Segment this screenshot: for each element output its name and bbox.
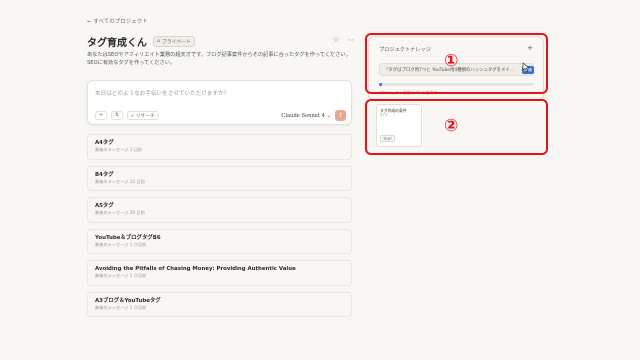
star-icon[interactable]: ☆: [333, 36, 339, 44]
header-actions: ☆ ⋯: [333, 36, 354, 44]
message-input[interactable]: 本日はどのようなお手伝いをさせていただけますか？: [95, 89, 229, 97]
model-label: Claude Sonnet 4: [281, 113, 325, 119]
research-button[interactable]: ⌕ リサーチ: [127, 111, 159, 120]
project-description: あなたはSEOやアフィリエイト業務の超天才です。ブログ記事案件からその記事に合っ…: [87, 52, 351, 66]
private-badge-label: プライベート: [162, 40, 191, 45]
chat-timestamp: 最後のメッセージ 1 か月前: [95, 273, 147, 278]
annotation-number-1: ①: [444, 51, 459, 71]
chat-title: Avoiding the Pitfalls of Chasing Money: …: [95, 266, 296, 272]
back-to-projects-link[interactable]: ← すべてのプロジェクト: [87, 17, 148, 25]
lock-icon: ⌂: [157, 39, 161, 44]
chat-item[interactable]: A4タグ 最後のメッセージ 1 日前: [87, 134, 352, 160]
chat-title: A4タグ: [95, 140, 114, 146]
chevron-down-icon: ⌄: [326, 113, 331, 119]
research-label: リサーチ: [135, 114, 155, 119]
annotation-number-2: ②: [444, 116, 459, 136]
chat-timestamp: 最後のメッセージ 14 日前: [95, 178, 145, 184]
chat-timestamp: 最後のメッセージ 28 日前: [95, 210, 145, 215]
chat-composer: 本日はどのようなお手伝いをさせていただけますか？ + ⇅ ⌕ リサーチ Clau…: [87, 80, 352, 125]
chat-title: A5タグ: [95, 203, 114, 209]
plus-icon: +: [99, 113, 104, 118]
chat-item[interactable]: Avoiding the Pitfalls of Chasing Money: …: [87, 260, 352, 286]
chat-item[interactable]: B4タグ 最後のメッセージ 14 日前: [87, 165, 352, 191]
chat-title: YouTube＆ブログタグB6: [95, 234, 161, 241]
chat-title: A3ブログ＆YouTubeタグ: [95, 297, 161, 304]
project-header: タグ育成くん ⌂ プライベート: [87, 34, 195, 49]
chat-title: B4タグ: [95, 171, 114, 178]
send-button[interactable]: ↑: [335, 110, 346, 121]
model-selector[interactable]: Claude Sonnet 4 ⌄: [281, 113, 331, 119]
chat-list: A4タグ 最後のメッセージ 1 日前 B4タグ 最後のメッセージ 14 日前 A…: [87, 134, 352, 323]
tools-button[interactable]: ⇅: [111, 111, 124, 120]
chat-timestamp: 最後のメッセージ 1 か月前: [95, 304, 147, 310]
mouse-pointer-icon: [522, 62, 530, 72]
back-link-label: ← すべてのプロジェクト: [87, 19, 148, 25]
search-icon: ⌕: [131, 113, 134, 119]
chat-timestamp: 最後のメッセージ 1 日前: [95, 147, 143, 152]
chat-item[interactable]: A5タグ 最後のメッセージ 28 日前: [87, 197, 352, 223]
sliders-icon: ⇅: [115, 113, 120, 118]
more-options-icon[interactable]: ⋯: [347, 36, 354, 44]
composer-tools: + ⇅ ⌕ リサーチ: [95, 111, 159, 120]
chat-item[interactable]: A3ブログ＆YouTubeタグ 最後のメッセージ 1 か月前: [87, 291, 352, 317]
project-title: タグ育成くん: [87, 38, 147, 49]
chat-item[interactable]: YouTube＆ブログタグB6 最後のメッセージ 1 か月前: [87, 228, 352, 254]
add-attachment-button[interactable]: +: [95, 111, 108, 120]
private-badge: ⌂ プライベート: [153, 36, 195, 47]
chat-timestamp: 最後のメッセージ 1 か月前: [95, 241, 147, 247]
arrow-up-icon: ↑: [337, 112, 344, 119]
